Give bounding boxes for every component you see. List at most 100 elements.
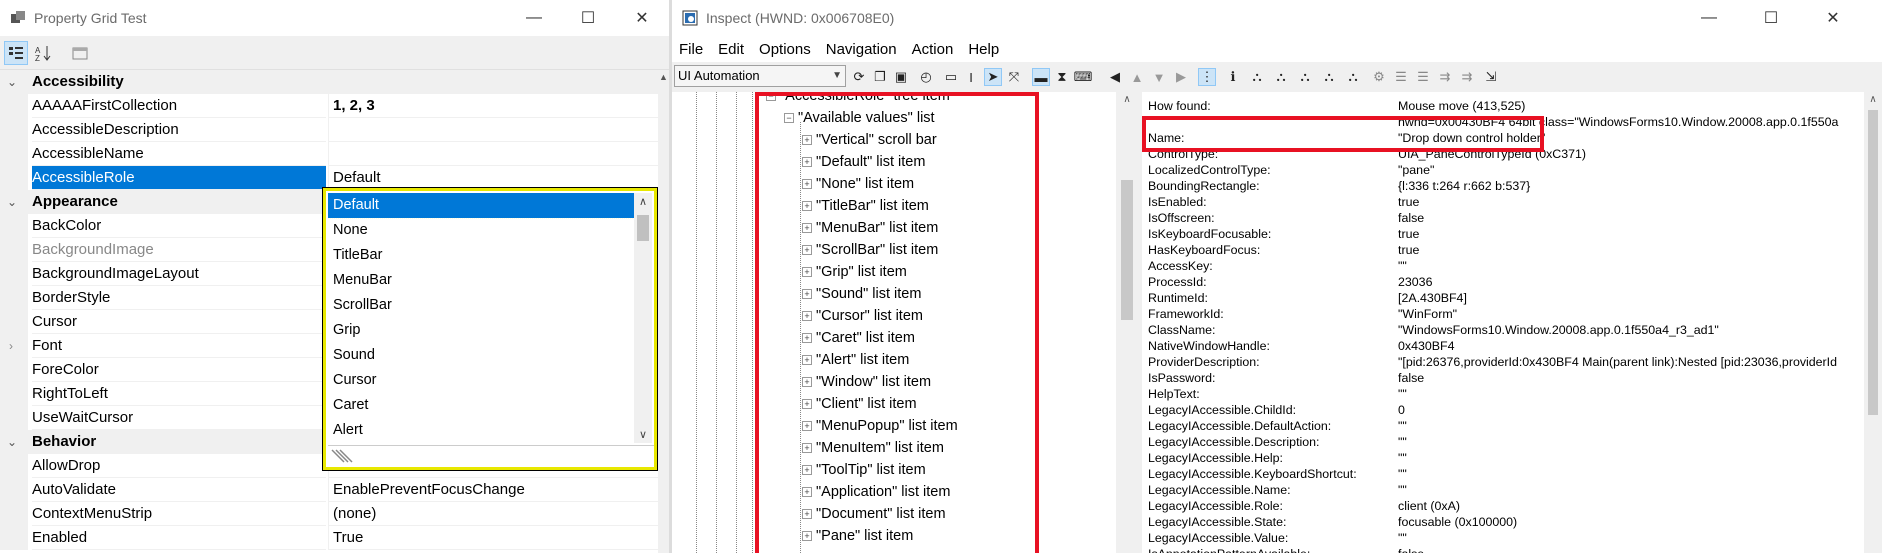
options-icon[interactable]: ⚙	[1370, 68, 1388, 86]
dropdown-option[interactable]: MenuBar	[328, 268, 634, 293]
property-row[interactable]: NativeWindowHandle: 0x430BF4	[1148, 338, 1878, 354]
property-row[interactable]: AAAAAFirstCollection 1, 2, 3	[0, 94, 658, 118]
collapse-icon[interactable]: ⌄	[7, 70, 17, 94]
refresh-icon[interactable]: ⟳	[850, 68, 868, 86]
tree-walk-icon[interactable]: ⛬	[1344, 68, 1362, 86]
property-row[interactable]: LegacyIAccessible.Name: ""	[1148, 482, 1878, 498]
property-value[interactable]: (none)	[328, 502, 658, 526]
property-row[interactable]: LegacyIAccessible.ChildId: 0	[1148, 402, 1878, 418]
nav-up-icon[interactable]: ▲	[1128, 68, 1146, 86]
rectangle-icon[interactable]: ▭	[942, 68, 960, 86]
tree-scrollbar[interactable]: ∧	[1116, 92, 1138, 553]
property-row[interactable]: IsKeyboardFocusable: true	[1148, 226, 1878, 242]
dropdown-option[interactable]: Alert	[328, 418, 634, 443]
property-row[interactable]: AccessibleRole Default	[0, 166, 658, 190]
property-row[interactable]: AccessKey: ""	[1148, 258, 1878, 274]
menu-item[interactable]: Help	[968, 41, 999, 58]
nav-first-icon[interactable]: ◀	[1106, 68, 1124, 86]
menu-item[interactable]: Edit	[718, 41, 744, 58]
dropdown-option[interactable]: Caret	[328, 393, 634, 418]
collapse-icon[interactable]: ⌄	[7, 190, 17, 214]
menu-item[interactable]: Action	[912, 41, 954, 58]
menu-item[interactable]: Options	[759, 41, 811, 58]
tree-parent-icon[interactable]: ⛬	[1248, 68, 1266, 86]
minimize-icon[interactable]: —	[1678, 0, 1740, 36]
property-value[interactable]: 1, 2, 3	[328, 94, 658, 118]
list-indent-icon[interactable]: ☰	[1414, 68, 1432, 86]
mode-select[interactable]: UI Automation ▼	[674, 65, 846, 87]
info-icon[interactable]: ℹ	[1224, 68, 1242, 86]
property-row[interactable]: IsAnnotationPatternAvailable:false	[1148, 546, 1878, 553]
menu-item[interactable]: Navigation	[826, 41, 897, 58]
resize-grip[interactable]	[328, 445, 654, 465]
highlight-rect-icon[interactable]: ▬	[1032, 68, 1050, 86]
close-icon[interactable]: ✕	[615, 0, 669, 36]
dropdown-option[interactable]: Grip	[328, 318, 634, 343]
dropdown-option[interactable]: None	[328, 218, 634, 243]
property-row[interactable]: RuntimeId: [2A.430BF4]	[1148, 290, 1878, 306]
show-text-icon[interactable]: ⌨	[1074, 68, 1093, 86]
property-row[interactable]: HasKeyboardFocus: true	[1148, 242, 1878, 258]
focus-tracking-icon[interactable]: ⤧	[1005, 68, 1023, 86]
property-row[interactable]: IsPassword: false	[1148, 370, 1878, 386]
close-icon[interactable]: ✕	[1802, 0, 1864, 36]
maximize-icon[interactable]: ☐	[561, 0, 615, 36]
property-value[interactable]	[328, 118, 658, 142]
watch-icon[interactable]: ◴	[917, 68, 935, 86]
tree-element-icon[interactable]: ⛬	[1320, 68, 1338, 86]
dropdown-list[interactable]: Default None TitleBar MenuBar ScrollBar Grip S…	[328, 193, 634, 443]
property-row[interactable]: ProviderDescription: "[pid:26376,provider…	[1148, 354, 1878, 370]
property-row[interactable]: AutoValidate EnablePreventFocusChange	[0, 478, 658, 502]
property-row[interactable]: ContextMenuStrip (none)	[0, 502, 658, 526]
title-bar[interactable]: Inspect (HWND: 0x006708E0) — ☐ ✕	[672, 0, 1882, 36]
mouse-pointer-icon[interactable]: ➤	[984, 68, 1002, 86]
sort-alphabetical-icon[interactable]: AZ	[32, 41, 56, 65]
property-row[interactable]: LegacyIAccessible.KeyboardShortcut: ""	[1148, 466, 1878, 482]
scroll-thumb[interactable]	[1121, 180, 1133, 320]
camera-icon[interactable]: ▣	[892, 68, 910, 86]
tree-sibling-icon[interactable]: ⛬	[1296, 68, 1314, 86]
nav-down-icon[interactable]: ▼	[1150, 68, 1168, 86]
property-row[interactable]: LocalizedControlType: "pane"	[1148, 162, 1878, 178]
property-row[interactable]: LegacyIAccessible.Description: ""	[1148, 434, 1878, 450]
properties-scrollbar[interactable]: ∧	[1864, 92, 1882, 553]
property-row[interactable]: Enabled True	[0, 526, 658, 550]
property-row[interactable]: LegacyIAccessible.Role: client (0xA)	[1148, 498, 1878, 514]
grid-scrollbar[interactable]: ▲	[658, 70, 669, 553]
property-row[interactable]: AccessibleName	[0, 142, 658, 166]
scroll-up-icon[interactable]: ∧	[634, 195, 652, 208]
scroll-up-icon[interactable]: ▲	[658, 72, 669, 82]
property-value[interactable]: True	[328, 526, 658, 550]
maximize-icon[interactable]: ☐	[1740, 0, 1802, 36]
property-value[interactable]: Default	[328, 166, 658, 190]
dropdown-scrollbar[interactable]: ∧ ∨	[634, 193, 652, 443]
scroll-thumb[interactable]	[637, 215, 649, 241]
menu-item[interactable]: File	[679, 41, 703, 58]
tree-child-icon[interactable]: ⛬	[1272, 68, 1290, 86]
property-row[interactable]: AccessibleDescription	[0, 118, 658, 142]
property-row[interactable]: ProcessId: 23036	[1148, 274, 1878, 290]
caret-icon[interactable]: I	[962, 68, 980, 86]
accessible-role-dropdown[interactable]: Default None TitleBar MenuBar ScrollBar Grip S…	[322, 187, 658, 471]
collapse-icon[interactable]: ⌄	[7, 430, 17, 454]
list-arrow-icon[interactable]: ⇉	[1436, 68, 1454, 86]
property-value[interactable]: EnablePreventFocusChange	[328, 478, 658, 502]
nav-next-icon[interactable]: ▶	[1172, 68, 1190, 86]
hourglass-icon[interactable]: ⧗	[1053, 68, 1071, 86]
tree-view-icon[interactable]: ⋮	[1198, 68, 1216, 86]
expand-icon[interactable]: ›	[9, 334, 13, 358]
property-row[interactable]: ClassName: "WindowsForms10.Window.20008.a…	[1148, 322, 1878, 338]
title-bar[interactable]: Property Grid Test — ☐ ✕	[0, 0, 669, 36]
list-arrow2-icon[interactable]: ⇉	[1458, 68, 1476, 86]
property-row[interactable]: IsEnabled: true	[1148, 194, 1878, 210]
dropdown-option[interactable]: Sound	[328, 343, 634, 368]
property-row[interactable]: LegacyIAccessible.Value: ""	[1148, 530, 1878, 546]
minimize-icon[interactable]: —	[507, 0, 561, 36]
dropdown-option[interactable]: ScrollBar	[328, 293, 634, 318]
property-row[interactable]: How found: Mouse move (413,525)	[1148, 98, 1878, 114]
export-icon[interactable]: ⇲	[1482, 68, 1500, 86]
property-row[interactable]: HelpText: ""	[1148, 386, 1878, 402]
category-row[interactable]: ⌄ Accessibility	[0, 70, 658, 94]
property-value[interactable]	[328, 142, 658, 166]
scroll-up-icon[interactable]: ∧	[1864, 94, 1882, 105]
